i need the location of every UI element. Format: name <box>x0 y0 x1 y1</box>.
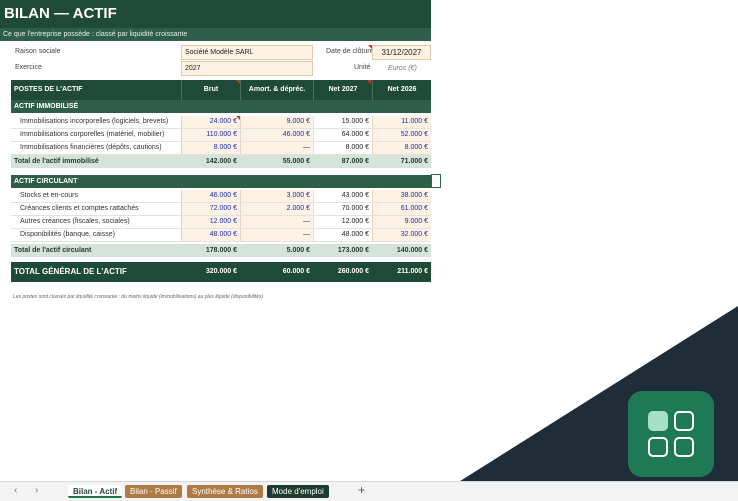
total-net-current: 173.000 € <box>337 247 369 254</box>
logo-tile-icon <box>674 411 694 431</box>
row-label: Autres créances (fiscales, sociales) <box>20 218 130 225</box>
net-previous-cell[interactable]: 52.000 € <box>372 129 431 141</box>
total-row: Total de l'actif circulant 178.000 € 5.0… <box>11 244 431 257</box>
total-brut: 178.000 € <box>205 247 237 254</box>
row-label: Immobilisations incorporelles (logiciels… <box>20 118 169 125</box>
logo-tile-icon <box>648 437 668 457</box>
total-net-previous: 140.000 € <box>396 247 428 254</box>
amort-cell[interactable]: — <box>240 229 313 241</box>
net-current-cell: 64.000 € <box>313 129 372 141</box>
unit-label: Unité <box>354 64 371 71</box>
net-current-cell: 70.000 € <box>313 203 372 215</box>
grand-total-row: TOTAL GÉNÉRAL DE L'ACTIF 320.000 € 60.00… <box>11 262 431 282</box>
grand-total-label: TOTAL GÉNÉRAL DE L'ACTIF <box>14 267 127 276</box>
close-date-input[interactable]: 31/12/2027 <box>372 45 431 60</box>
year-input[interactable]: 2027 <box>181 61 313 76</box>
page-subtitle: Ce que l'entreprise possède : classé par… <box>0 28 431 41</box>
section-header: ACTIF IMMOBILISÉ <box>11 100 431 113</box>
table-row: Disponibilités (banque, caisse) 48.000 €… <box>11 229 431 242</box>
table-row: Créances clients et comptes rattachés 72… <box>11 203 431 216</box>
row-label: Disponibilités (banque, caisse) <box>20 231 115 238</box>
logo-tile-icon <box>674 437 694 457</box>
net-current-cell: 8.000 € <box>313 142 372 154</box>
grand-total-net-previous: 211.000 € <box>397 268 428 275</box>
total-amort: 55.000 € <box>282 158 310 165</box>
table-row: Autres créances (fiscales, sociales) 12.… <box>11 216 431 229</box>
total-amort: 5.000 € <box>286 247 310 254</box>
tab-mode-emploi[interactable]: Mode d'emploi <box>267 485 329 498</box>
table-row: Immobilisations incorporelles (logiciels… <box>11 116 431 129</box>
footnote: Les postes sont classés par liquidité cr… <box>13 294 264 300</box>
row-label: Immobilisations financières (dépôts, cau… <box>20 144 162 151</box>
brut-cell[interactable]: 46.000 € <box>181 190 240 202</box>
header-amort: Amort. & dépréc. <box>240 80 313 100</box>
comment-marker-icon <box>368 45 372 49</box>
amort-cell[interactable]: — <box>240 142 313 154</box>
sheet-tab-bar: ‹ › Bilan - Actif Bilan - Passif Synthès… <box>0 481 738 501</box>
comment-marker-icon <box>236 80 240 84</box>
total-net-previous: 71.000 € <box>400 158 428 165</box>
grand-total-amort: 60.000 € <box>282 268 310 275</box>
net-previous-cell[interactable]: 11.000 € <box>372 116 431 128</box>
net-previous-cell[interactable]: 8.000 € <box>372 142 431 154</box>
brut-cell[interactable]: 12.000 € <box>181 216 240 228</box>
net-current-cell: 15.000 € <box>313 116 372 128</box>
net-previous-cell[interactable]: 32.000 € <box>372 229 431 241</box>
company-label: Raison sociale <box>15 48 61 55</box>
amort-cell[interactable]: 3.000 € <box>240 190 313 202</box>
unit-value: Euros (€) <box>388 65 417 72</box>
grand-total-net-current: 260.000 € <box>337 268 369 275</box>
amort-cell[interactable]: 2.000 € <box>240 203 313 215</box>
net-current-cell: 43.000 € <box>313 190 372 202</box>
brut-cell[interactable]: 72.000 € <box>181 203 240 215</box>
net-previous-cell[interactable]: 9.000 € <box>372 216 431 228</box>
table-row: Stocks et en-cours 46.000 € 3.000 € 43.0… <box>11 190 431 203</box>
year-label: Exercice <box>15 64 42 71</box>
amort-cell[interactable]: 46.000 € <box>240 129 313 141</box>
total-label: Total de l'actif immobilisé <box>14 158 99 165</box>
header-brut: Brut <box>181 80 240 100</box>
tab-bilan-passif[interactable]: Bilan - Passif <box>125 485 182 498</box>
brut-cell[interactable]: 8.000 € <box>181 142 240 154</box>
brut-cell[interactable]: 110.000 € <box>181 129 240 141</box>
section-header: ACTIF CIRCULANT <box>11 175 431 188</box>
row-label: Créances clients et comptes rattachés <box>20 205 139 212</box>
row-label: Stocks et en-cours <box>20 192 78 199</box>
header-label: POSTES DE L'ACTIF <box>14 86 83 93</box>
amort-cell[interactable]: 9.000 € <box>240 116 313 128</box>
amort-cell[interactable]: — <box>240 216 313 228</box>
total-brut: 142.000 € <box>205 158 237 165</box>
company-input[interactable]: Société Modèle SARL <box>181 45 313 60</box>
logo-tile-icon <box>648 411 668 431</box>
close-date-label: Date de clôture <box>326 48 374 55</box>
row-label: Immobilisations corporelles (matériel, m… <box>20 131 165 138</box>
selected-cell[interactable] <box>431 174 441 188</box>
tab-synthese-ratios[interactable]: Synthèse & Ratios <box>187 485 263 498</box>
comment-marker-icon <box>236 116 240 120</box>
header-net-2026: Net 2026 <box>372 80 431 100</box>
brut-cell[interactable]: 48.000 € <box>181 229 240 241</box>
total-label: Total de l'actif circulant <box>14 247 92 254</box>
next-sheet-icon[interactable]: › <box>35 485 38 496</box>
tab-bilan-actif[interactable]: Bilan - Actif <box>68 485 123 498</box>
comment-marker-icon <box>367 80 371 84</box>
net-previous-cell[interactable]: 38.000 € <box>372 190 431 202</box>
page-title: BILAN — ACTIF <box>0 0 431 28</box>
header-net-2027: Net 2027 <box>313 80 372 100</box>
net-current-cell: 12.000 € <box>313 216 372 228</box>
app-logo <box>628 391 714 477</box>
net-previous-cell[interactable]: 61.000 € <box>372 203 431 215</box>
table-row: Immobilisations corporelles (matériel, m… <box>11 129 431 142</box>
table-row: Immobilisations financières (dépôts, cau… <box>11 142 431 155</box>
net-current-cell: 48.000 € <box>313 229 372 241</box>
prev-sheet-icon[interactable]: ‹ <box>14 485 17 496</box>
total-row: Total de l'actif immobilisé 142.000 € 55… <box>11 155 431 168</box>
brut-cell[interactable]: 24.000 € <box>181 116 240 128</box>
total-net-current: 87.000 € <box>341 158 369 165</box>
add-sheet-icon[interactable]: + <box>358 483 365 497</box>
grand-total-brut: 320.000 € <box>205 268 237 275</box>
